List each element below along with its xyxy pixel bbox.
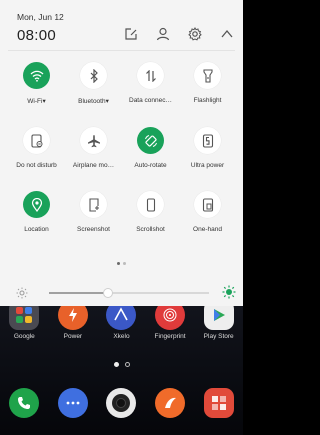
tile-label: Screenshot: [77, 226, 110, 233]
tile-label: One-hand: [193, 226, 222, 233]
header-divider: [8, 50, 235, 51]
tile-label: Data connec…: [129, 97, 172, 104]
app-label: Google: [13, 333, 35, 340]
brightness-low-icon: [16, 286, 28, 304]
brightness-slider-thumb[interactable]: [103, 288, 114, 298]
app-label: Power: [63, 333, 83, 340]
settings-icon[interactable]: [187, 26, 203, 42]
one-hand-icon: [194, 191, 221, 218]
brightness-slider[interactable]: [49, 288, 209, 298]
tile-data-connection[interactable]: Data connec…: [122, 62, 179, 105]
airplane-icon: [80, 127, 107, 154]
brightness-control: [0, 280, 243, 306]
tile-wifi[interactable]: Wi-Fi▾: [8, 62, 65, 105]
power-save-icon: [194, 127, 221, 154]
date-label: Mon, Jun 12: [17, 12, 64, 22]
tile-label: Bluetooth▾: [78, 98, 109, 105]
notification-shade: Mon, Jun 12 08:00 Wi-Fi▾ Bluetooth▾ Data…: [0, 0, 243, 306]
app-xkelo[interactable]: Xkelo: [101, 300, 141, 340]
scrollshot-icon: [137, 191, 164, 218]
home-page-indicator: [0, 362, 243, 367]
app-label: Play Store: [203, 333, 234, 340]
page-dot: [123, 262, 126, 265]
tile-auto-rotate[interactable]: Auto-rotate: [122, 127, 179, 169]
data-icon: [137, 62, 164, 89]
app-google[interactable]: Google: [4, 300, 44, 340]
tile-label: Ultra power: [190, 162, 225, 169]
app-label: Xkelo: [113, 333, 130, 340]
page-dot: [124, 362, 130, 367]
gallery-icon[interactable]: [203, 388, 234, 418]
bluetooth-icon: [80, 62, 107, 89]
flashlight-icon: [194, 62, 221, 89]
header-actions: [123, 26, 235, 42]
tile-bluetooth[interactable]: Bluetooth▾: [65, 62, 122, 105]
tile-scrollshot[interactable]: Scrollshot: [122, 191, 179, 233]
app-power[interactable]: Power: [53, 300, 93, 340]
collapse-icon[interactable]: [219, 26, 235, 42]
quick-settings-page-indicator: [0, 262, 243, 265]
home-app-row: Google Power Xkelo Fingerprint Play Stor…: [0, 300, 243, 340]
rotate-icon: [137, 127, 164, 154]
quick-settings-grid: Wi-Fi▾ Bluetooth▾ Data connec… Flashligh…: [8, 62, 236, 233]
brightness-slider-fill: [49, 292, 109, 294]
tile-label: Location: [24, 226, 49, 233]
tile-do-not-disturb[interactable]: Do not disturb: [8, 127, 65, 169]
tile-airplane-mode[interactable]: Airplane mo…: [65, 127, 122, 169]
page-dot-active: [113, 362, 119, 367]
tile-label: Flashlight: [193, 97, 222, 104]
dock: [0, 388, 243, 418]
app-fingerprint[interactable]: Fingerprint: [150, 300, 190, 340]
auto-brightness-icon[interactable]: [222, 285, 236, 304]
wifi-icon: [23, 62, 50, 89]
app-play-store[interactable]: Play Store: [199, 300, 239, 340]
dnd-icon: [23, 127, 50, 154]
user-icon[interactable]: [155, 26, 171, 42]
camera-icon[interactable]: [106, 388, 137, 418]
app-label: Fingerprint: [154, 333, 186, 340]
edit-icon[interactable]: [123, 26, 139, 42]
tile-label: Scrollshot: [136, 226, 165, 233]
tile-label: Do not disturb: [16, 162, 57, 169]
tile-one-hand[interactable]: One-hand: [179, 191, 236, 233]
screenshot-icon: [80, 191, 107, 218]
messages-icon[interactable]: [57, 388, 88, 418]
tile-flashlight[interactable]: Flashlight: [179, 62, 236, 105]
location-icon: [23, 191, 50, 218]
tile-location[interactable]: Location: [8, 191, 65, 233]
browser-icon[interactable]: [155, 388, 186, 418]
tile-label: Airplane mo…: [72, 162, 115, 169]
page-dot-active: [117, 262, 120, 265]
tile-ultra-power[interactable]: Ultra power: [179, 127, 236, 169]
tile-screenshot[interactable]: Screenshot: [65, 191, 122, 233]
tile-label: Wi-Fi▾: [27, 98, 46, 105]
clock[interactable]: 08:00: [17, 27, 56, 44]
tile-label: Auto-rotate: [134, 162, 167, 169]
phone-icon[interactable]: [9, 388, 40, 418]
